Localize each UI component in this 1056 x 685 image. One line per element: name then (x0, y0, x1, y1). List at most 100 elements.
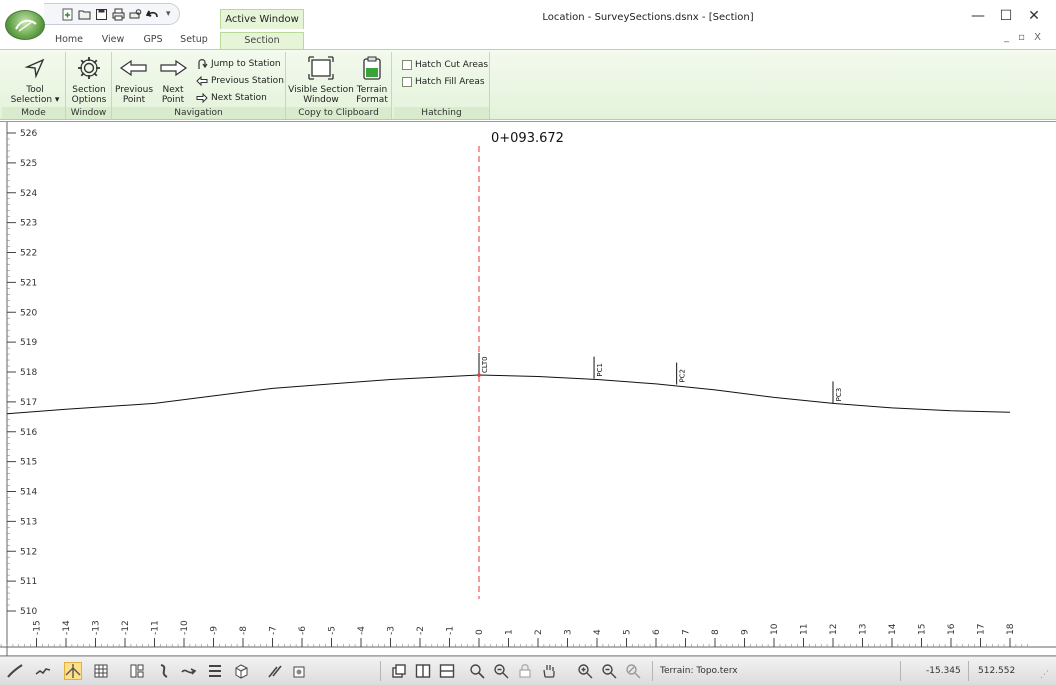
polyline-tool-icon[interactable] (6, 662, 24, 680)
next-station-button[interactable]: Next Station (196, 90, 267, 105)
next-point-label-2: Point (161, 95, 185, 105)
minimize-button[interactable]: — (966, 6, 990, 26)
visible-section-window-label-2: Window (303, 95, 339, 105)
y-tick-label: 520 (20, 308, 37, 318)
hatch-cut-areas-checkbox[interactable]: Hatch Cut Areas (402, 57, 488, 72)
group-label-mode: Mode (2, 107, 65, 119)
x-tick-label: 4 (593, 629, 603, 635)
previous-point-label-1: Previous (114, 85, 154, 95)
bottom-toolbar: Terrain: Topo.terx -15.345 512.552 ⋰ (0, 656, 1056, 685)
zoom-search-icon[interactable] (468, 662, 486, 680)
x-tick-label: -5 (328, 626, 338, 635)
tab-gps[interactable]: GPS (138, 32, 168, 49)
x-tick-label: -2 (416, 626, 426, 635)
visible-section-window-button[interactable]: Visible Section Window (288, 54, 354, 105)
cascade-windows-icon[interactable] (390, 662, 408, 680)
terrain-file-status: Terrain: Topo.terx (660, 666, 738, 676)
x-tick-label: -7 (269, 626, 279, 635)
resize-grip-icon[interactable]: ⋰ (1040, 670, 1049, 680)
point-label: PC3 (835, 388, 843, 402)
group-mode: Tool Selection ▾ Mode (2, 52, 66, 119)
window-frame-icon (288, 54, 354, 82)
previous-point-button[interactable]: Previous Point (114, 54, 154, 105)
group-label-copy-to-clipboard: Copy to Clipboard (286, 107, 391, 119)
curve-tool-icon[interactable] (156, 662, 174, 680)
crosshair-section-icon[interactable] (64, 662, 82, 680)
survey-edit-icon[interactable] (266, 662, 284, 680)
survey-stake-icon[interactable] (290, 662, 308, 680)
group-label-window: Window (66, 107, 111, 119)
tab-section[interactable]: Section (220, 32, 304, 49)
zoom-previous-icon[interactable] (624, 662, 642, 680)
gear-icon (68, 54, 110, 82)
terrain-format-label-2: Format (356, 95, 388, 105)
application-menu-button[interactable] (5, 10, 45, 40)
terrain-format-button[interactable]: Terrain Format (354, 54, 390, 105)
jump-to-station-label: Jump to Station (211, 58, 281, 69)
tile-vertical-icon[interactable] (414, 662, 432, 680)
section-options-button[interactable]: Section Options (68, 54, 110, 105)
x-tick-label: 10 (770, 623, 780, 635)
station-label: 0+093.672 (491, 131, 564, 146)
arrow-left-icon (114, 54, 154, 82)
status-separator-3 (968, 661, 969, 681)
x-tick-label: -1 (446, 626, 456, 635)
group-navigation: Previous Point Next Point Jump to Statio… (112, 52, 286, 119)
tool-selection-button[interactable]: Tool Selection ▾ (6, 54, 64, 105)
window-title: Location - SurveySections.dsnx - [Sectio… (542, 12, 754, 23)
x-tick-label: 12 (829, 624, 839, 635)
y-coordinate-readout: 512.552 (978, 666, 1016, 676)
previous-station-label: Previous Station (211, 75, 284, 86)
zoom-lock-icon[interactable] (516, 662, 534, 680)
previous-station-button[interactable]: Previous Station (196, 73, 284, 88)
layout-split-icon[interactable] (128, 662, 146, 680)
x-tick-label: -13 (92, 620, 102, 635)
zoom-window-icon[interactable] (492, 662, 510, 680)
x-tick-label: -8 (239, 626, 249, 635)
point-label: PC2 (679, 369, 687, 383)
jump-station-icon (198, 58, 208, 69)
cube-3d-icon[interactable] (232, 662, 250, 680)
flow-arrow-icon[interactable] (180, 662, 198, 680)
layers-list-icon[interactable] (206, 662, 224, 680)
pan-hand-icon[interactable] (540, 662, 558, 680)
group-label-hatching: Hatching (394, 107, 489, 119)
status-separator-2 (900, 661, 901, 681)
tab-view[interactable]: View (96, 32, 130, 49)
x-coordinate-readout: -15.345 (926, 666, 961, 676)
x-tick-label: -4 (357, 626, 367, 635)
hatch-fill-checkbox-box[interactable] (402, 76, 412, 87)
y-tick-label: 516 (20, 428, 37, 438)
tab-home[interactable]: Home (46, 32, 92, 49)
mdi-controls[interactable]: _ ▫ X (1004, 32, 1044, 43)
tab-setup[interactable]: Setup (174, 32, 214, 49)
x-tick-label: 11 (800, 624, 810, 635)
tile-horizontal-icon[interactable] (438, 662, 456, 680)
section-view-canvas[interactable]: 526 525 524 523 522 521 520 519 518 517 516 515 514 5… (0, 121, 1056, 657)
close-button[interactable]: ✕ (1022, 6, 1046, 26)
jump-to-station-button[interactable]: Jump to Station (196, 56, 281, 71)
previous-point-label-2: Point (122, 95, 146, 105)
zoom-out-icon[interactable] (600, 662, 618, 680)
hatch-fill-areas-checkbox[interactable]: Hatch Fill Areas (402, 74, 485, 89)
y-tick-label: 522 (20, 249, 37, 259)
next-point-button[interactable]: Next Point (156, 54, 190, 105)
x-tick-label: 5 (623, 629, 633, 635)
section-options-label-1: Section (72, 85, 106, 95)
clipboard-icon (354, 54, 390, 82)
section-plot[interactable]: 5265255245235225215205195185175165155145… (0, 122, 1056, 657)
maximize-button[interactable]: ☐ (994, 6, 1018, 26)
y-tick-label: 525 (20, 159, 37, 169)
grid-table-icon[interactable] (92, 662, 110, 680)
profile-line-icon[interactable] (34, 662, 52, 680)
section-options-label-2: Options (71, 95, 107, 105)
y-tick-label: 514 (20, 488, 37, 498)
ribbon-tabs: Home View GPS Setup Section _ ▫ X (0, 32, 1056, 49)
x-tick-label: 16 (947, 623, 957, 635)
zoom-in-icon[interactable] (576, 662, 594, 680)
next-station-label: Next Station (211, 92, 267, 103)
group-window: Section Options Window (66, 52, 112, 119)
hatch-cut-checkbox-box[interactable] (402, 59, 412, 70)
y-tick-label: 515 (20, 458, 37, 468)
x-tick-label: -3 (387, 626, 397, 635)
